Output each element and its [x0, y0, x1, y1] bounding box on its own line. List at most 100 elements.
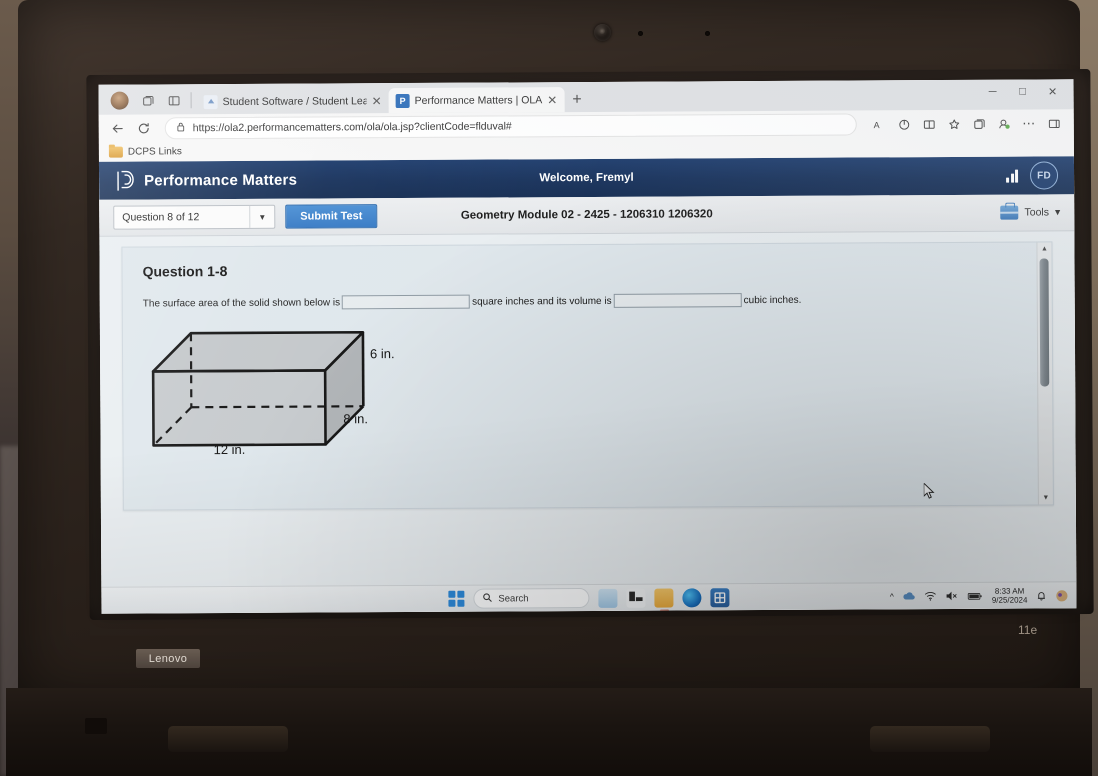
- bookmark-dcps-links[interactable]: DCPS Links: [128, 146, 182, 157]
- address-bar-url: https://ola2.performancematters.com/ola/…: [192, 120, 512, 135]
- weather-widget-icon[interactable]: [598, 588, 618, 608]
- minimize-button[interactable]: ─: [978, 82, 1008, 102]
- browser-essentials-icon[interactable]: [892, 113, 916, 135]
- folder-icon[interactable]: [108, 146, 123, 158]
- refresh-icon[interactable]: [133, 117, 155, 139]
- laptop-hinge-left: [168, 726, 288, 752]
- browser-tab-title: Performance Matters | OLA: [414, 93, 543, 107]
- laptop-screen: Student Software / Student Learn ✕ P Per…: [98, 79, 1077, 614]
- scroll-up-arrow-icon[interactable]: ▲: [1037, 242, 1051, 255]
- browser-toolbar-actions: A ⋯: [867, 112, 1066, 135]
- battery-icon[interactable]: [968, 591, 983, 600]
- wifi-icon[interactable]: [925, 591, 937, 601]
- favorites-icon[interactable]: [942, 113, 966, 135]
- length-dimension-label: 12 in.: [213, 441, 246, 458]
- chevron-down-icon[interactable]: ▼: [249, 205, 275, 228]
- taskbar-clock[interactable]: 8:33 AM 9/25/2024: [992, 586, 1028, 605]
- question-text-part2: square inches and its volume is: [472, 295, 612, 308]
- depth-dimension-label: 8 in.: [343, 411, 369, 427]
- laptop-model-label: 11e: [1018, 623, 1038, 637]
- address-bar[interactable]: https://ola2.performancematters.com/ola/…: [164, 113, 857, 140]
- task-view-icon[interactable]: [626, 588, 646, 608]
- performance-matters-logo-icon: [115, 169, 136, 192]
- volume-muted-icon[interactable]: [946, 591, 959, 601]
- question-prompt: The surface area of the solid shown belo…: [143, 292, 1032, 311]
- file-explorer-icon[interactable]: [654, 588, 674, 608]
- close-icon[interactable]: ✕: [547, 93, 557, 107]
- microphone-hole-icon: [705, 31, 710, 36]
- microsoft-store-icon[interactable]: [710, 587, 730, 607]
- lock-icon: [176, 121, 186, 135]
- webcam-icon: [594, 24, 611, 41]
- question-selector-dropdown[interactable]: Question 8 of 12 ▼: [113, 204, 276, 230]
- lenovo-brand-badge: Lenovo: [136, 649, 200, 668]
- profile-badge-icon[interactable]: [992, 113, 1016, 135]
- new-tab-button[interactable]: +: [572, 91, 581, 108]
- onedrive-icon[interactable]: [903, 591, 916, 601]
- close-window-button[interactable]: ✕: [1038, 81, 1068, 101]
- prism-svg: [151, 330, 365, 447]
- question-selector-value: Question 8 of 12: [122, 211, 200, 224]
- question-area: Question 1-8 The surface area of the sol…: [99, 231, 1076, 587]
- taskbar-search-box[interactable]: Search: [473, 587, 590, 609]
- app-logo[interactable]: Performance Matters: [115, 168, 297, 192]
- toolbox-icon: [1000, 205, 1019, 220]
- more-options-icon[interactable]: ⋯: [1017, 112, 1041, 134]
- app-header-actions: FD: [1006, 161, 1059, 190]
- sidebar-icon[interactable]: [1042, 112, 1066, 134]
- tab-actions-icon[interactable]: [164, 90, 184, 110]
- read-aloud-icon[interactable]: A: [867, 113, 891, 135]
- svg-text:A: A: [873, 120, 879, 130]
- back-arrow-icon[interactable]: [107, 118, 129, 140]
- laptop-base-port: [85, 718, 107, 734]
- close-icon[interactable]: ✕: [372, 94, 382, 108]
- taskbar-center-group: Search: [448, 587, 730, 609]
- scrollbar-thumb[interactable]: [1039, 258, 1050, 387]
- bar-chart-icon[interactable]: [1006, 169, 1019, 183]
- collections-icon[interactable]: [967, 113, 991, 135]
- window-controls: ─ □ ✕: [978, 81, 1068, 102]
- volume-input[interactable]: [613, 293, 742, 308]
- show-hidden-icons-chevron[interactable]: ^: [890, 591, 894, 601]
- maximize-button[interactable]: □: [1008, 81, 1038, 101]
- question-card-body: Question 1-8 The surface area of the sol…: [122, 242, 1051, 457]
- web-page-content: Performance Matters Welcome, Fremyl FD Q…: [98, 156, 1077, 588]
- content-scrollbar[interactable]: ▲ ▼: [1036, 242, 1053, 505]
- microphone-hole-icon: [638, 31, 643, 36]
- browser-tab-title: Student Software / Student Learn: [222, 94, 367, 108]
- browser-tab-student-software[interactable]: Student Software / Student Learn ✕: [197, 88, 389, 114]
- notifications-bell-icon[interactable]: [1036, 590, 1046, 601]
- split-screen-icon[interactable]: [917, 113, 941, 135]
- system-tray: ^ 8:33 AM 9/25/2024: [890, 586, 1069, 605]
- mouse-cursor: [923, 481, 935, 499]
- microsoft-edge-icon[interactable]: [682, 587, 702, 607]
- windows-taskbar: Search ^ 8:33 AM 9/25/2024: [101, 581, 1077, 614]
- app-toolbar: Question 8 of 12 ▼ Submit Test Geometry …: [99, 194, 1075, 237]
- tab-divider: [190, 92, 192, 109]
- scroll-down-arrow-icon[interactable]: ▼: [1039, 491, 1053, 504]
- taskbar-search-placeholder: Search: [498, 592, 529, 605]
- profile-avatar-icon[interactable]: [110, 91, 129, 110]
- performance-matters-favicon: P: [395, 93, 410, 108]
- app-header: Performance Matters Welcome, Fremyl FD: [98, 156, 1075, 200]
- surface-area-input[interactable]: [342, 294, 471, 310]
- tools-menu-button[interactable]: Tools ▾: [1000, 205, 1060, 220]
- user-avatar[interactable]: FD: [1029, 161, 1059, 190]
- question-heading: Question 1-8: [142, 263, 228, 280]
- student-software-favicon: [203, 94, 218, 109]
- laptop-photo: Lenovo 11e Student Software / Student Le…: [0, 0, 1098, 776]
- question-card: Question 1-8 The surface area of the sol…: [121, 241, 1054, 511]
- browser-tabstrip: Student Software / Student Learn ✕ P Per…: [98, 79, 1074, 115]
- question-text-part1: The surface area of the solid shown belo…: [142, 296, 341, 309]
- height-dimension-label: 6 in.: [369, 346, 395, 362]
- tray-app-icon[interactable]: [1055, 589, 1068, 602]
- submit-test-button[interactable]: Submit Test: [285, 204, 378, 229]
- windows-start-icon[interactable]: [448, 590, 465, 607]
- tools-menu-label: Tools: [1024, 206, 1050, 219]
- browser-window: Student Software / Student Learn ✕ P Per…: [98, 79, 1077, 614]
- collections-icon[interactable]: [138, 90, 158, 110]
- app-brand-name: Performance Matters: [144, 171, 298, 189]
- rectangular-prism-figure: 6 in. 8 in. 12 in.: [135, 310, 416, 467]
- browser-tab-performance-matters[interactable]: P Performance Matters | OLA ✕: [388, 87, 565, 114]
- tray-date: 9/25/2024: [991, 595, 1028, 605]
